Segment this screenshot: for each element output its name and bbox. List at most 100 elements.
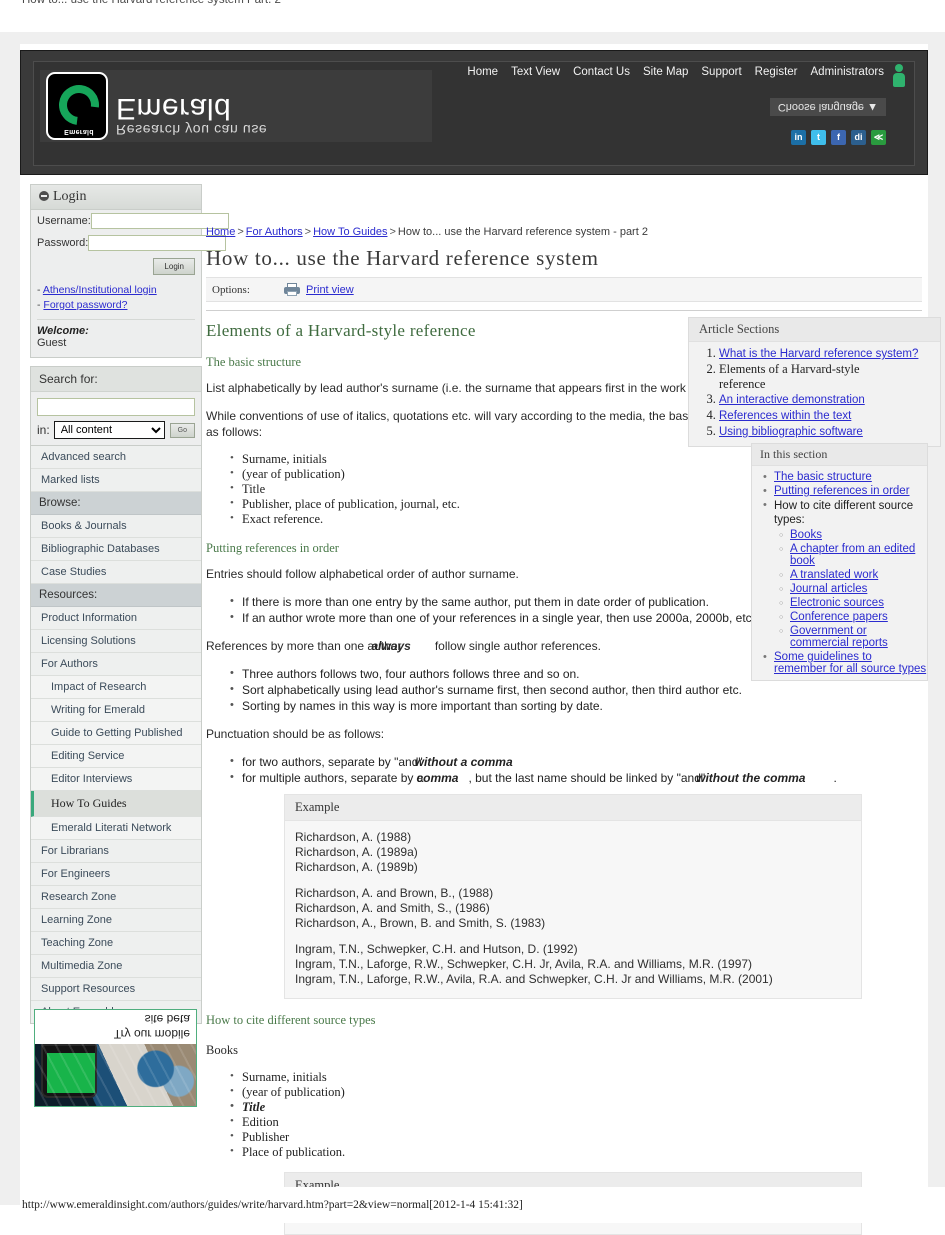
sidebar-item-for-authors[interactable]: For Authors: [31, 653, 201, 676]
article-section-link-4[interactable]: References within the text: [719, 410, 851, 422]
its-link-some-guidelines[interactable]: Some guidelines to remember for all sour…: [774, 651, 926, 675]
list-item: Putting references in order: [763, 485, 927, 497]
search-scope-select[interactable]: All content: [53, 421, 165, 439]
list-item: Journal articles: [779, 583, 927, 595]
search-panel: Search for: in: All content Go: [30, 366, 202, 446]
its-link-books[interactable]: Books: [790, 529, 822, 541]
sidebar-item-case-studies[interactable]: Case Studies: [31, 561, 201, 584]
sidebar-item-bibliographic-databases[interactable]: Bibliographic Databases: [31, 538, 201, 561]
site-header-inner: Emerald Research you can use Emerald Hom…: [33, 61, 915, 166]
sidebar-item-learning-zone[interactable]: Learning Zone: [31, 909, 201, 932]
breadcrumb-sep-1: >: [237, 226, 244, 238]
its-link-chapter-edited-book[interactable]: A chapter from an edited book: [790, 543, 915, 567]
books-heading: Books: [206, 1043, 238, 1057]
sidebar-item-emerald-literati-network[interactable]: Emerald Literati Network: [31, 817, 201, 840]
nav-site-map[interactable]: Site Map: [643, 66, 688, 78]
list-item: Publisher: [230, 1129, 928, 1145]
nav-administrators[interactable]: Administrators: [811, 66, 885, 78]
login-panel-title: Login: [53, 189, 87, 204]
mobile-site-promo-banner[interactable]: Try our mobile site beta: [34, 1009, 197, 1107]
example-line: Ingram, T.N., Laforge, R.W., Avila, R.A.…: [295, 972, 773, 986]
list-item: Title: [230, 1099, 928, 1115]
its-link-putting-references[interactable]: Putting references in order: [774, 485, 910, 497]
search-go-button[interactable]: Go: [169, 422, 195, 438]
sidebar-item-marked-lists[interactable]: Marked lists: [31, 469, 201, 492]
sidebar-item-guide-to-getting-published[interactable]: Guide to Getting Published: [31, 722, 201, 745]
breadcrumb: Home > For Authors > How To Guides > How to...…: [206, 226, 928, 238]
its-link-electronic-sources[interactable]: Electronic sources: [790, 597, 884, 609]
user-person-icon[interactable]: [892, 64, 906, 88]
example-line: Richardson, A. (1989a): [295, 845, 418, 859]
article-section-link-1[interactable]: What is the Harvard reference system?: [719, 348, 918, 360]
left-gutter: [0, 44, 20, 1199]
forgot-password-link[interactable]: Forgot password?: [43, 299, 127, 311]
sidebar-item-impact-of-research[interactable]: Impact of Research: [31, 676, 201, 699]
sidebar-item-books-journals[interactable]: Books & Journals: [31, 515, 201, 538]
search-scope-row: in: All content Go: [37, 421, 195, 439]
sidebar-item-advanced-search[interactable]: Advanced search: [31, 446, 201, 469]
example-heading: Example: [285, 795, 861, 821]
list-item: If an author wrote more than one of your…: [230, 609, 777, 626]
sidebar-item-support-resources[interactable]: Support Resources: [31, 978, 201, 1001]
breadcrumb-for-authors[interactable]: For Authors: [246, 226, 303, 238]
login-submit-button[interactable]: Login: [153, 258, 195, 275]
its-link-conference-papers[interactable]: Conference papers: [790, 611, 888, 623]
facebook-icon[interactable]: f: [831, 130, 846, 145]
printer-output-shape: [287, 291, 297, 296]
site-header: Emerald Research you can use Emerald Hom…: [20, 50, 928, 175]
content-divider: [206, 310, 922, 311]
linkedin-icon[interactable]: in: [791, 130, 806, 145]
list-item: Elements of a Harvard-style reference: [719, 362, 869, 392]
example-group: Richardson, A. and Brown, B., (1988) Ric…: [295, 886, 851, 931]
its-link-basic-structure[interactable]: The basic structure: [774, 471, 872, 483]
its-link-translated-work[interactable]: A translated work: [790, 569, 878, 581]
welcome-box: Welcome: Guest: [37, 319, 195, 357]
nav-register[interactable]: Register: [755, 66, 798, 78]
sidebar-item-how-to-guides[interactable]: How To Guides: [31, 791, 201, 817]
twitter-icon[interactable]: t: [811, 130, 826, 145]
sidebar-item-research-zone[interactable]: Research Zone: [31, 886, 201, 909]
its-group-label: How to cite different source types:: [774, 500, 914, 526]
example-body: Richardson, A. (1988) Richardson, A. (19…: [285, 821, 861, 998]
search-input[interactable]: [37, 398, 195, 416]
sidebar-item-teaching-zone[interactable]: Teaching Zone: [31, 932, 201, 955]
nav-home[interactable]: Home: [467, 66, 498, 78]
login-panel: Login Username: Password: Login - Athens…: [30, 184, 229, 358]
site-logo[interactable]: Emerald Research you can use Emerald: [40, 70, 432, 142]
sidebar-item-licensing-solutions[interactable]: Licensing Solutions: [31, 630, 201, 653]
breadcrumb-how-to-guides[interactable]: How To Guides: [313, 226, 387, 238]
logo-wordmark: Emerald: [116, 92, 232, 125]
nav-text-view[interactable]: Text View: [511, 66, 560, 78]
sidebar-item-multimedia-zone[interactable]: Multimedia Zone: [31, 955, 201, 978]
sidebar-item-for-engineers[interactable]: For Engineers: [31, 863, 201, 886]
list-item: How to cite different source types: Book…: [763, 499, 927, 649]
login-panel-header[interactable]: Login: [31, 185, 201, 210]
print-view-link[interactable]: Print view: [306, 284, 354, 296]
sidebar-item-editing-service[interactable]: Editing Service: [31, 745, 201, 768]
delicious-icon[interactable]: di: [851, 130, 866, 145]
options-bar: Options: Print view: [206, 277, 922, 302]
promo-photo: [35, 1044, 197, 1106]
article-section-link-5[interactable]: Using bibliographic software: [719, 426, 863, 438]
list-item: If there is more than one entry by the s…: [230, 593, 795, 610]
athens-login-link[interactable]: Athens/Institutional login: [43, 284, 157, 296]
punct-line2-c: , but the last name should be linked by …: [468, 771, 706, 785]
breadcrumb-home[interactable]: Home: [206, 226, 235, 238]
share-icon[interactable]: ≪: [871, 130, 886, 145]
sidebar-item-for-librarians[interactable]: For Librarians: [31, 840, 201, 863]
breadcrumb-sep-3: >: [389, 226, 396, 238]
sidebar-item-product-information[interactable]: Product Information: [31, 607, 201, 630]
nav-contact-us[interactable]: Contact Us: [573, 66, 630, 78]
language-picker[interactable]: Choose language ▲: [769, 98, 886, 116]
sidebar-item-editor-interviews[interactable]: Editor Interviews: [31, 768, 201, 791]
password-label: Password:: [37, 237, 89, 249]
article-sections-heading: Article Sections: [689, 318, 940, 342]
article-section-link-3[interactable]: An interactive demonstration: [719, 394, 865, 406]
its-link-journal-articles[interactable]: Journal articles: [790, 583, 867, 595]
its-link-government-reports[interactable]: Government or commercial reports: [790, 625, 888, 649]
collapse-minus-icon[interactable]: [39, 191, 49, 201]
sidebar-item-writing-for-emerald[interactable]: Writing for Emerald: [31, 699, 201, 722]
nav-support[interactable]: Support: [701, 66, 741, 78]
search-in-label: in:: [37, 423, 50, 437]
list-item: Sort alphabetically using lead author's …: [230, 681, 787, 698]
